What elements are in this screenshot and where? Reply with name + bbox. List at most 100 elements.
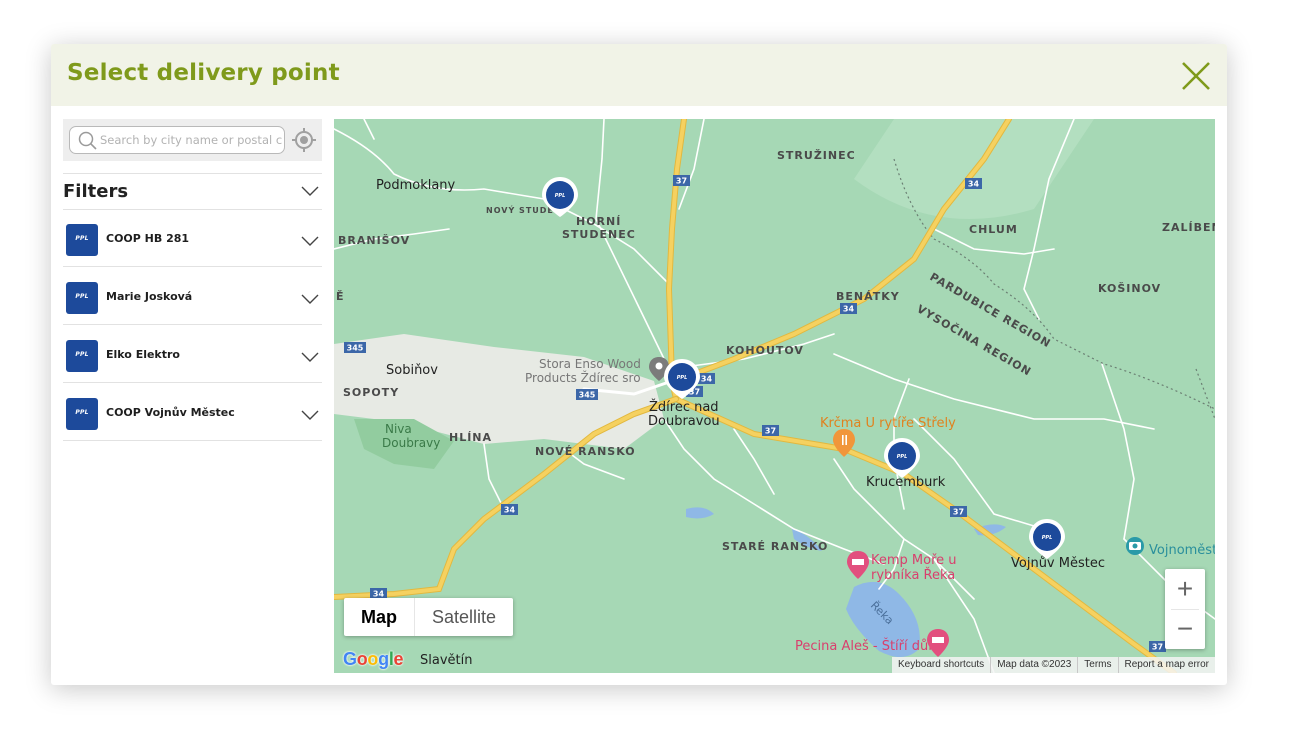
zoom-control: + − [1165,569,1205,649]
ppl-logo: PPL [66,224,98,256]
ppl-logo: PPL [66,340,98,372]
search-field[interactable] [69,126,285,154]
close-icon [1182,62,1210,90]
svg-text:37: 37 [676,177,687,186]
svg-text:345: 345 [347,344,364,353]
map-label-stare-ransko: STARÉ RANSKO [722,540,828,553]
map-label-novy-studenec: NOVÝ STUDE [486,204,554,215]
report-error-link[interactable]: Report a map error [1117,657,1215,673]
map-label-horni: HORNÍ [576,215,621,228]
svg-text:37: 37 [953,508,964,517]
map-attribution: Keyboard shortcuts Map data ©2023 Terms … [892,657,1215,673]
crosshair-icon [292,128,316,152]
camera-pin-icon[interactable] [1126,537,1144,555]
map-label-chlum: CHLUM [969,223,1018,236]
chevron-down-icon [301,352,319,362]
ppl-logo: PPL [66,398,98,430]
svg-text:345: 345 [579,391,596,400]
map-type-map-button[interactable]: Map [344,598,414,636]
filters-label: Filters [63,181,129,202]
road-shield: 34 [840,303,857,314]
road-shield: 37 [673,175,690,186]
map-label-zdirec-1: Ždírec nad [649,399,719,415]
map-label-benatky: BENÁTKY [836,290,900,303]
point-name: Marie Josková [106,290,193,303]
map-label-pecina: Pecina Aleš - Štíří důl [795,638,932,654]
chevron-down-icon [301,294,319,304]
svg-text:37: 37 [1152,643,1163,652]
chevron-down-icon [301,236,319,246]
close-button[interactable] [1179,59,1213,93]
point-item-coop-vojnuv-mestec[interactable]: PPL COOP Vojnův Městec [63,383,322,441]
map-label-podmoklany: Podmoklany [376,178,456,193]
map-label-stora-2: Products Ždírec sro [525,370,641,385]
point-item-elko-elektro[interactable]: PPL Elko Elektro [63,325,322,383]
svg-text:PPL: PPL [897,454,908,460]
map-label-kosinov: KOŠINOV [1098,282,1161,295]
map-label-kemp-1: Kemp Moře u [871,553,957,568]
chevron-down-icon [301,410,319,420]
sidebar: Filters PPL COOP HB 281 PPL Marie Joskov… [63,119,322,679]
search-box [63,119,322,161]
filters-toggle[interactable]: Filters [63,173,322,210]
zoom-out-button[interactable]: − [1165,609,1205,649]
map-label-nove-ransko: NOVÉ RANSKO [535,445,636,458]
point-name: COOP Vojnův Městec [106,406,235,419]
zoom-in-button[interactable]: + [1165,569,1205,609]
point-name: COOP HB 281 [106,232,190,245]
map-label-hlina: HLÍNA [449,431,492,444]
map-label-stora-1: Stora Enso Wood [539,357,641,371]
map-label-zaliben: ZALÍBEN [1162,221,1215,234]
map-label-krcma: Krčma U rytíře Střely [820,416,956,431]
road-shield: 34 [965,178,982,189]
svg-text:PPL: PPL [555,193,566,199]
svg-text:34: 34 [701,375,713,384]
road-shield: 345 [576,389,598,400]
map-label-studenec: STUDENEC [562,228,636,241]
map-label-niva-1: Niva [385,422,412,436]
search-icon [78,131,97,150]
point-item-marie-joskova[interactable]: PPL Marie Josková [63,267,322,325]
svg-text:34: 34 [504,506,516,515]
map-label-struzinec: STRUŽINEC [777,149,856,162]
map-label-sopoty: SOPOTY [343,386,399,399]
svg-text:PPL: PPL [677,375,688,381]
road-shield: 34 [501,504,518,515]
svg-text:34: 34 [843,305,855,314]
delivery-point-modal: Select delivery point Search by city nam… [51,44,1227,685]
keyboard-shortcuts-link[interactable]: Keyboard shortcuts [892,657,990,673]
map-data-text: Map data ©2023 [990,657,1077,673]
map-type-satellite-button[interactable]: Satellite [414,598,513,636]
map-label-zdirec-2: Doubravou [648,414,720,429]
road-shield: 37 [950,506,967,517]
road-shield: 37 [762,425,779,436]
ppl-logo: PPL [66,282,98,314]
road-shield: 37 [1149,641,1166,652]
map-drawing: STRUŽINEC Podmoklany NOVÝ STUDE HORNÍ ST… [334,119,1215,673]
svg-text:37: 37 [765,427,776,436]
search-input[interactable] [100,127,282,153]
road-shield: 345 [344,342,366,353]
point-name: Elko Elektro [106,348,180,361]
map-label-kemp-2: rybníka Řeka [871,567,955,583]
map-label-slavetin: Slavětín [420,653,472,668]
modal-header: Select delivery point [51,44,1227,106]
map-label-krucemburk: Krucemburk [866,475,946,490]
terms-link[interactable]: Terms [1077,657,1117,673]
map-label-sobinov: Sobiňov [386,363,438,378]
map-label-edge: Ě [336,290,344,303]
map-type-control: Map Satellite [344,598,514,636]
svg-text:PPL: PPL [1042,535,1053,541]
map-label-kohoutov: KOHOUTOV [726,344,804,357]
chevron-down-icon [301,186,319,196]
modal-title: Select delivery point [67,60,340,86]
locate-button[interactable] [291,127,317,153]
map-label-niva-2: Doubravy [382,436,440,450]
map-canvas[interactable]: STRUŽINEC Podmoklany NOVÝ STUDE HORNÍ ST… [334,119,1215,673]
map-label-branisov: BRANIŠOV [338,234,410,247]
google-logo: Google [343,649,404,669]
map-label-vojnomest: Vojnoměst [1149,543,1215,558]
point-item-coop-hb-281[interactable]: PPL COOP HB 281 [63,209,322,267]
map-label-vojnuv: Vojnův Městec [1011,556,1105,571]
svg-text:34: 34 [968,180,980,189]
